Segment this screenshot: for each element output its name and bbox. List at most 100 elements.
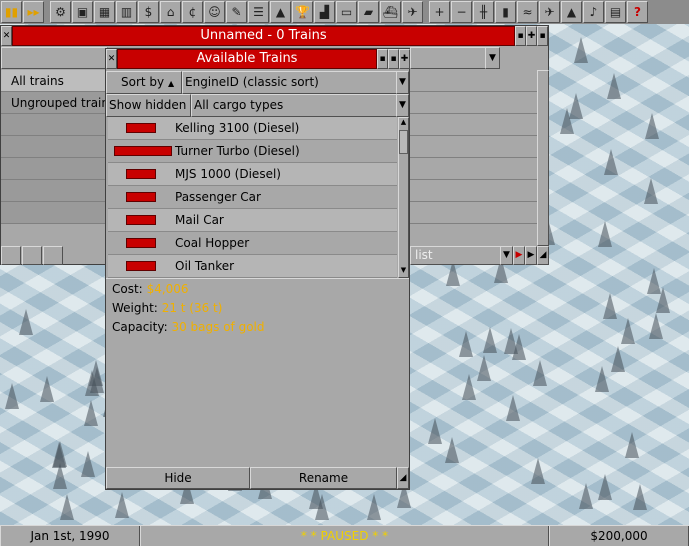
build-road-icon[interactable]: ▮ bbox=[495, 1, 516, 23]
scroll-down-icon[interactable]: ▼ bbox=[399, 266, 408, 276]
pin-icon[interactable]: ✚ bbox=[399, 49, 410, 69]
train-list-item[interactable]: MJS 1000 (Diesel) bbox=[108, 163, 397, 186]
train-name: Mail Car bbox=[175, 213, 224, 227]
news-icon[interactable]: ▤ bbox=[605, 1, 626, 23]
tree-sprite bbox=[533, 360, 547, 386]
zoom-in-icon[interactable]: + bbox=[429, 1, 450, 23]
paused-indicator[interactable]: * * PAUSED * * bbox=[140, 526, 549, 546]
create-group-icon[interactable] bbox=[1, 246, 21, 265]
map-icon[interactable]: ▦ bbox=[94, 1, 115, 23]
story-book-icon[interactable]: ✎ bbox=[226, 1, 247, 23]
tree-sprite bbox=[428, 418, 442, 444]
train-list-item[interactable]: Mail Car bbox=[108, 209, 397, 232]
chevron-down-icon[interactable]: ▼ bbox=[485, 47, 500, 69]
group-window-title[interactable]: Unnamed - 0 Trains bbox=[12, 26, 515, 46]
settings-icon[interactable]: ⚙ bbox=[50, 1, 71, 23]
finances-icon[interactable]: ¢ bbox=[182, 1, 203, 23]
build-railway-icon[interactable]: ╫ bbox=[473, 1, 494, 23]
group-item-empty bbox=[1, 158, 108, 180]
rename-group-icon[interactable] bbox=[43, 246, 63, 265]
chevron-down-icon[interactable]: ▼ bbox=[396, 94, 409, 117]
cargo-filter-dropdown[interactable]: All cargo types bbox=[191, 94, 398, 117]
station-list-icon[interactable]: ⌂ bbox=[160, 1, 181, 23]
tree-sprite bbox=[462, 374, 476, 400]
train-list-item[interactable]: Coal Hopper bbox=[108, 232, 397, 255]
money-display[interactable]: $200,000 bbox=[549, 526, 689, 546]
delete-group-icon[interactable] bbox=[22, 246, 42, 265]
save-icon[interactable]: ▣ bbox=[72, 1, 93, 23]
aircraft-list-icon[interactable]: ✈ bbox=[402, 1, 423, 23]
close-icon[interactable]: ✕ bbox=[106, 49, 117, 69]
landscaping-icon[interactable]: ▲ bbox=[561, 1, 582, 23]
pause-icon[interactable]: ▮▮ bbox=[1, 1, 22, 23]
pin-icon[interactable]: ✚ bbox=[526, 26, 537, 46]
capacity-line: Capacity: 30 bags of gold bbox=[112, 320, 264, 334]
tree-sprite bbox=[115, 492, 129, 518]
defsize-icon[interactable]: ▪ bbox=[377, 49, 388, 69]
cost-label: Cost: bbox=[112, 282, 143, 296]
music-icon[interactable]: ♪ bbox=[583, 1, 604, 23]
shade-icon[interactable]: ▪ bbox=[515, 26, 526, 46]
show-hidden-toggle[interactable]: Show hidden bbox=[106, 94, 191, 117]
league-table-icon[interactable]: 🏆 bbox=[292, 1, 313, 23]
ship-list-icon[interactable]: ⛴ bbox=[380, 1, 401, 23]
hide-button[interactable]: Hide bbox=[106, 467, 250, 489]
rename-button[interactable]: Rename bbox=[250, 467, 397, 489]
train-sprite-icon bbox=[126, 192, 156, 202]
group-item-all-trains[interactable]: All trains bbox=[1, 70, 108, 92]
help-icon[interactable]: ? bbox=[627, 1, 648, 23]
cost-line: Cost: $4,006 bbox=[112, 282, 189, 296]
train-list-icon[interactable]: ▭ bbox=[336, 1, 357, 23]
scroll-thumb[interactable] bbox=[399, 130, 408, 154]
shade-icon[interactable]: ▪ bbox=[388, 49, 399, 69]
tree-sprite bbox=[477, 355, 491, 381]
subsidies-icon[interactable]: $ bbox=[138, 1, 159, 23]
train-name: MJS 1000 (Diesel) bbox=[175, 167, 281, 181]
industries-icon[interactable]: ▟ bbox=[314, 1, 335, 23]
road-vehicle-list-icon[interactable]: ▰ bbox=[358, 1, 379, 23]
goal-list-icon[interactable]: ☰ bbox=[248, 1, 269, 23]
tree-sprite bbox=[595, 366, 609, 392]
sort-criteria-dropdown[interactable]: EngineID (classic sort) bbox=[182, 71, 398, 94]
available-window-title[interactable]: Available Trains bbox=[117, 49, 377, 69]
sort-order-button[interactable] bbox=[410, 47, 495, 69]
flag-icon[interactable]: ▶ bbox=[513, 246, 525, 265]
resize-icon[interactable]: ◢ bbox=[537, 246, 549, 265]
sticky-icon[interactable]: ▪ bbox=[537, 26, 548, 46]
capacity-label: Capacity: bbox=[112, 320, 168, 334]
fast-forward-icon[interactable]: ▸▸ bbox=[23, 1, 44, 23]
train-sprite-icon bbox=[126, 261, 156, 271]
build-waterways-icon[interactable]: ≈ bbox=[517, 1, 538, 23]
resize-icon[interactable]: ◢ bbox=[397, 467, 409, 489]
group-item-ungrouped[interactable]: Ungrouped trains bbox=[1, 92, 108, 114]
train-name: Kelling 3100 (Diesel) bbox=[175, 121, 300, 135]
train-list-item[interactable]: Oil Tanker bbox=[108, 255, 397, 278]
send-icon[interactable]: ▶ bbox=[525, 246, 537, 265]
status-bar: Jan 1st, 1990 * * PAUSED * * $200,000 bbox=[0, 525, 689, 546]
group-scrollbar[interactable] bbox=[537, 70, 549, 246]
tree-sprite bbox=[81, 451, 95, 477]
tree-sprite bbox=[574, 37, 588, 63]
town-directory-icon[interactable]: ▥ bbox=[116, 1, 137, 23]
tree-sprite bbox=[611, 346, 625, 372]
date-display: Jan 1st, 1990 bbox=[0, 526, 140, 546]
chevron-down-icon[interactable]: ▼ bbox=[500, 246, 513, 265]
manage-list-dropdown[interactable]: list bbox=[410, 246, 513, 265]
close-icon[interactable]: ✕ bbox=[1, 26, 12, 46]
tree-sprite bbox=[52, 442, 66, 468]
train-list-scrollbar[interactable]: ▲ ▼ bbox=[398, 117, 409, 278]
company-icon[interactable]: ☺ bbox=[204, 1, 225, 23]
train-name: Passenger Car bbox=[175, 190, 261, 204]
tree-sprite bbox=[649, 313, 663, 339]
build-airport-icon[interactable]: ✈ bbox=[539, 1, 560, 23]
chevron-down-icon[interactable]: ▼ bbox=[396, 71, 409, 94]
scroll-up-icon[interactable]: ▲ bbox=[399, 118, 408, 128]
train-list-item[interactable]: Passenger Car bbox=[108, 186, 397, 209]
zoom-out-icon[interactable]: − bbox=[451, 1, 472, 23]
train-list-item[interactable]: Turner Turbo (Diesel) bbox=[108, 140, 397, 163]
sort-by-button[interactable]: Sort by ▲ bbox=[106, 71, 182, 94]
train-sprite-icon bbox=[114, 146, 172, 156]
train-list-item[interactable]: Kelling 3100 (Diesel) bbox=[108, 117, 397, 140]
graphs-icon[interactable]: ▲ bbox=[270, 1, 291, 23]
vehicle-list-area bbox=[410, 136, 549, 158]
